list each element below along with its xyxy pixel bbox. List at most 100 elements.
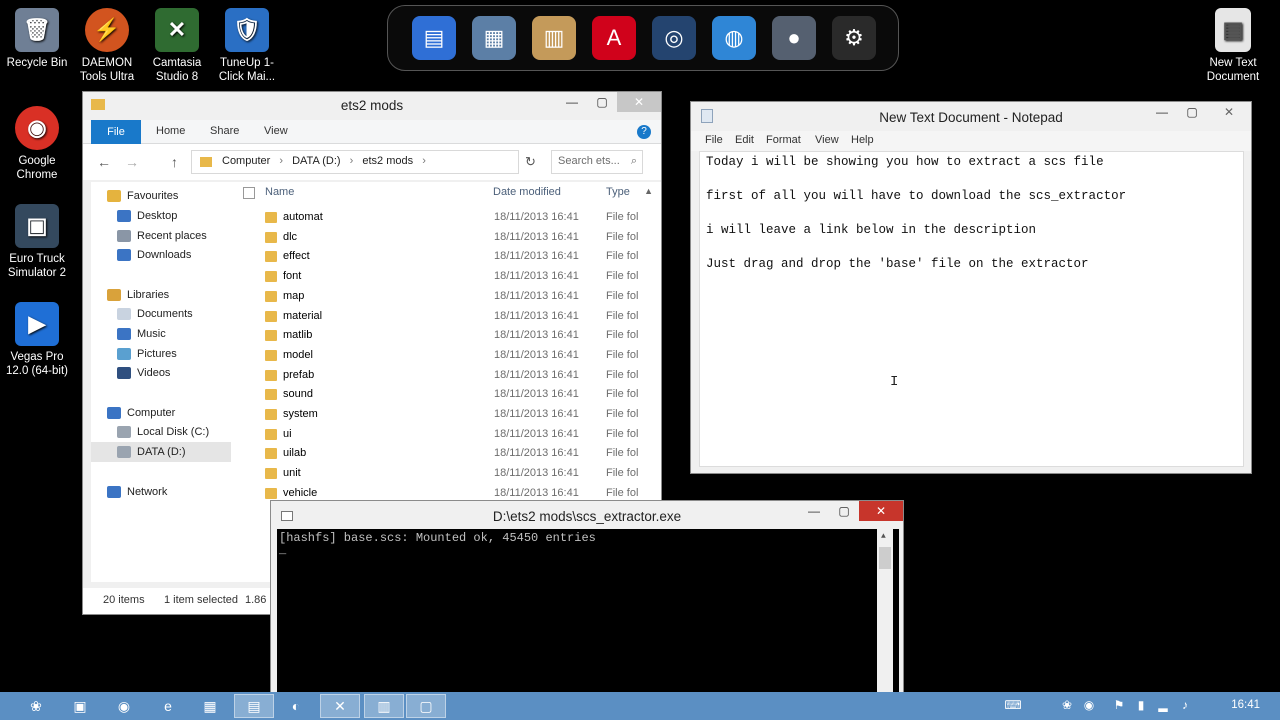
network-icon[interactable]: ▂ <box>1156 698 1170 712</box>
menu-file[interactable]: File <box>705 134 723 146</box>
tab-home[interactable]: Home <box>156 125 185 137</box>
nav-documents[interactable]: Documents <box>117 308 193 320</box>
table-row[interactable]: uilab 18/11/2013 16:41 File fol <box>241 444 641 464</box>
desktop-icon-recycle-bin[interactable]: 🗑 Recycle Bin <box>0 8 74 70</box>
forward-icon[interactable]: → <box>125 154 139 170</box>
desktop-icon-camtasia[interactable]: ✕ Camtasia Studio 8 <box>140 8 214 84</box>
taskbar-chrome-icon[interactable]: ◉ <box>104 694 144 718</box>
column-header-name[interactable]: Name <box>265 186 294 198</box>
tray-app-icon[interactable]: ❀ <box>1060 698 1074 712</box>
nav-recent-places[interactable]: Recent places <box>117 230 207 242</box>
network-icon[interactable]: ▦ <box>472 16 516 60</box>
console-scrollbar[interactable]: ▲ <box>877 529 893 699</box>
nav-pictures[interactable]: Pictures <box>117 348 177 360</box>
breadcrumb-data-drive[interactable]: DATA (D:) <box>292 155 340 167</box>
table-row[interactable]: ui 18/11/2013 16:41 File fol <box>241 425 641 445</box>
address-bar[interactable]: Computer › DATA (D:) › ets2 mods › <box>191 150 519 174</box>
table-row[interactable]: prefab 18/11/2013 16:41 File fol <box>241 366 641 386</box>
nav-data-drive[interactable]: DATA (D:) <box>91 442 231 462</box>
search-input[interactable]: Search ets... ⌕ <box>551 150 643 174</box>
globe-icon[interactable]: ● <box>772 16 816 60</box>
browser-icon[interactable]: ◍ <box>712 16 756 60</box>
table-row[interactable]: automat 18/11/2013 16:41 File fol <box>241 208 641 228</box>
taskbar-store-icon[interactable]: ▦ <box>190 694 230 718</box>
console-output[interactable]: [hashfs] base.scs: Mounted ok, 45450 ent… <box>277 529 899 699</box>
refresh-icon[interactable]: ↻ <box>525 154 536 170</box>
help-icon[interactable]: ? <box>637 125 651 139</box>
taskbar-app-icon[interactable]: ◐ <box>276 694 316 718</box>
column-header-date[interactable]: Date modified <box>493 186 561 198</box>
taskbar-app-icon[interactable]: ▣ <box>60 694 100 718</box>
keyboard-icon[interactable]: ⌨ <box>1004 698 1021 712</box>
nav-downloads[interactable]: Downloads <box>117 249 191 261</box>
table-row[interactable]: effect 18/11/2013 16:41 File fol <box>241 247 641 267</box>
taskbar-explorer-icon[interactable]: ▤ <box>234 694 274 718</box>
taskbar-camtasia-icon[interactable]: ✕ <box>320 694 360 718</box>
scroll-thumb[interactable] <box>879 547 891 569</box>
pdf-icon[interactable]: A <box>592 16 636 60</box>
contacts-icon[interactable]: ▤ <box>412 16 456 60</box>
nav-local-disk[interactable]: Local Disk (C:) <box>117 426 209 438</box>
taskbar-console-icon[interactable]: ▢ <box>406 694 446 718</box>
explorer-titlebar[interactable]: ets2 mods — ▢ ✕ <box>83 92 661 120</box>
text-editor[interactable]: Today i will be showing you how to extra… <box>699 151 1244 467</box>
console-titlebar[interactable]: D:\ets2 mods\scs_extractor.exe — ▢ ✕ <box>271 501 903 529</box>
table-row[interactable]: system 18/11/2013 16:41 File fol <box>241 405 641 425</box>
up-icon[interactable]: ↑ <box>171 154 178 170</box>
taskbar-notepad-icon[interactable]: ▥ <box>364 694 404 718</box>
menu-format[interactable]: Format <box>766 134 801 146</box>
table-row[interactable]: map 18/11/2013 16:41 File fol <box>241 287 641 307</box>
minimize-button[interactable]: — <box>799 501 829 521</box>
clock[interactable]: 16:41 <box>1231 699 1260 711</box>
volume-icon[interactable]: ♪ <box>1178 698 1192 712</box>
media-icon[interactable]: ◎ <box>652 16 696 60</box>
breadcrumb-ets2-mods[interactable]: ets2 mods <box>362 155 413 167</box>
nav-videos[interactable]: Videos <box>117 367 170 379</box>
table-row[interactable]: material 18/11/2013 16:41 File fol <box>241 307 641 327</box>
close-button[interactable]: ✕ <box>859 501 903 521</box>
table-row[interactable]: font 18/11/2013 16:41 File fol <box>241 267 641 287</box>
column-header-type[interactable]: Type <box>606 186 630 198</box>
desktop-icon-chrome[interactable]: ◉ Google Chrome <box>0 106 74 182</box>
desktop-icon-euro-truck[interactable]: ▣ Euro Truck Simulator 2 <box>0 204 74 280</box>
gear-icon[interactable]: ⚙ <box>832 16 876 60</box>
close-button[interactable]: ✕ <box>617 92 661 112</box>
table-row[interactable]: matlib 18/11/2013 16:41 File fol <box>241 326 641 346</box>
breadcrumb-computer[interactable]: Computer <box>222 155 270 167</box>
documents-icon[interactable]: ▥ <box>532 16 576 60</box>
maximize-button[interactable]: ▢ <box>829 501 859 521</box>
start-button[interactable]: ❀ <box>16 694 56 718</box>
battery-icon[interactable]: ▮ <box>1134 698 1148 712</box>
tab-view[interactable]: View <box>264 125 288 137</box>
desktop-icon-daemon-tools[interactable]: ⚡ DAEMON Tools Ultra <box>70 8 144 84</box>
menu-edit[interactable]: Edit <box>735 134 754 146</box>
scrollbar-up-icon[interactable]: ▲ <box>644 186 653 196</box>
desktop-icon-new-text-document[interactable]: ▤ New Text Document <box>1196 8 1270 84</box>
maximize-button[interactable]: ▢ <box>1177 102 1207 122</box>
taskbar-ie-icon[interactable]: e <box>148 694 188 718</box>
table-row[interactable]: model 18/11/2013 16:41 File fol <box>241 346 641 366</box>
nav-favourites[interactable]: Favourites <box>107 190 178 202</box>
nav-libraries[interactable]: Libraries <box>107 289 169 301</box>
select-all-checkbox[interactable] <box>243 187 255 199</box>
menu-help[interactable]: Help <box>851 134 874 146</box>
table-row[interactable]: sound 18/11/2013 16:41 File fol <box>241 385 641 405</box>
maximize-button[interactable]: ▢ <box>587 92 617 112</box>
scroll-up-icon[interactable]: ▲ <box>881 532 886 541</box>
menu-view[interactable]: View <box>815 134 839 146</box>
tab-file[interactable]: File <box>91 120 141 144</box>
desktop-icon-tuneup[interactable]: 🛡 TuneUp 1-Click Mai... <box>210 8 284 84</box>
close-button[interactable]: ✕ <box>1207 102 1251 122</box>
table-row[interactable]: dlc 18/11/2013 16:41 File fol <box>241 228 641 248</box>
table-row[interactable]: unit 18/11/2013 16:41 File fol <box>241 464 641 484</box>
back-icon[interactable]: ← <box>97 154 111 170</box>
tray-chrome-icon[interactable]: ◉ <box>1082 698 1096 712</box>
notepad-titlebar[interactable]: New Text Document - Notepad — ▢ ✕ <box>691 102 1251 130</box>
nav-music[interactable]: Music <box>117 328 166 340</box>
tab-share[interactable]: Share <box>210 125 239 137</box>
nav-network[interactable]: Network <box>107 486 167 498</box>
flag-icon[interactable]: ⚑ <box>1112 698 1126 712</box>
nav-computer[interactable]: Computer <box>107 407 175 419</box>
nav-desktop[interactable]: Desktop <box>117 210 177 222</box>
desktop-icon-vegas-pro[interactable]: ▶ Vegas Pro 12.0 (64-bit) <box>0 302 74 378</box>
